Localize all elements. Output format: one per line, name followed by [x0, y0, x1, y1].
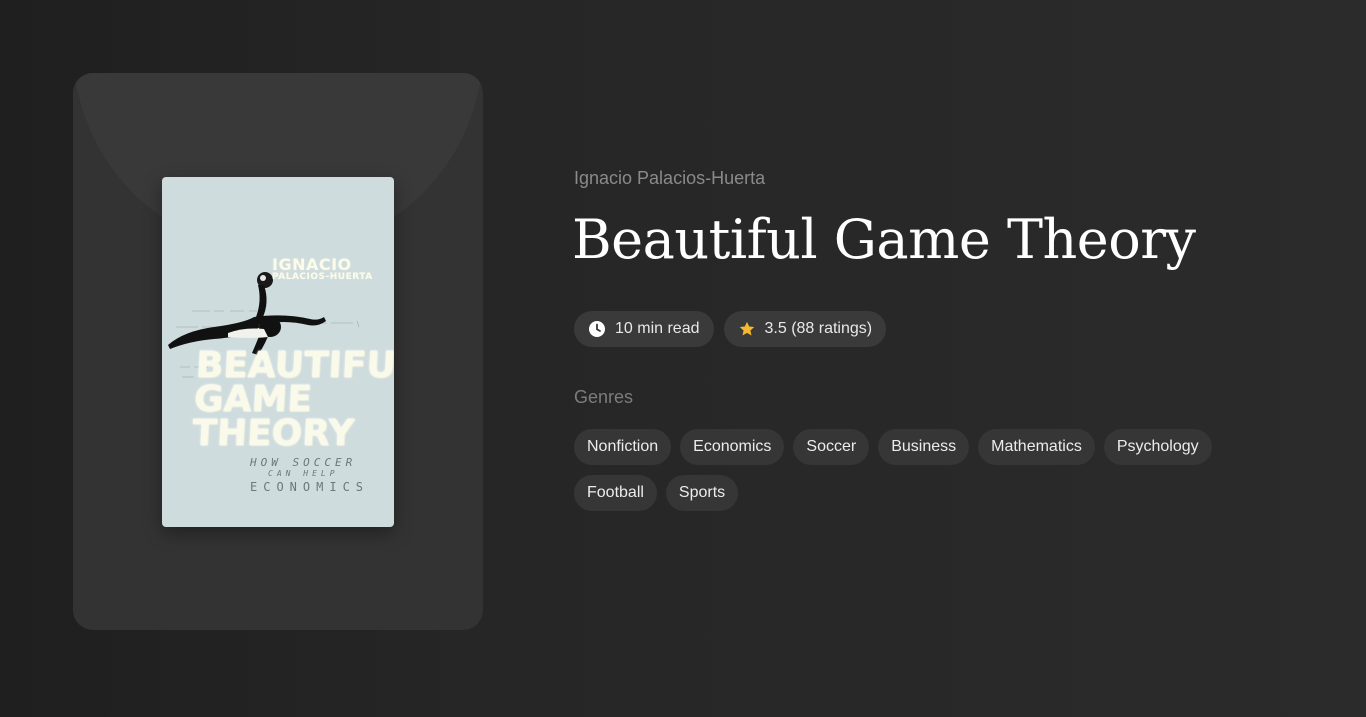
- cover-subtitle-line: HOW SOCCER: [250, 456, 357, 469]
- cover-title: BEAUTIFUL GAME THEORY: [191, 345, 394, 454]
- genres-heading: Genres: [574, 387, 634, 407]
- genre-tag[interactable]: Soccer: [793, 429, 870, 465]
- read-time-badge: 10 min read: [574, 311, 714, 347]
- genre-tag[interactable]: Business: [878, 429, 970, 465]
- genre-tag[interactable]: Football: [574, 475, 657, 511]
- book-meta: 10 min read 3.5 (88 ratings): [574, 311, 887, 347]
- read-time-label: 10 min read: [615, 320, 700, 337]
- book-author[interactable]: Ignacio Palacios-Huerta: [574, 168, 765, 189]
- cover-title-line: GAME: [192, 379, 313, 420]
- cover-subtitle-line: CAN HELP: [268, 469, 339, 478]
- book-cover-image: IGNACIO PALACIOS-HUERTA BEAUTIFUL GAME T…: [162, 177, 394, 527]
- rating-label: 3.5 (88 ratings): [764, 320, 873, 337]
- genre-tag[interactable]: Nonfiction: [574, 429, 672, 465]
- book-title: Beautiful Game Theory: [572, 208, 1196, 271]
- genre-tag[interactable]: Mathematics: [978, 429, 1095, 465]
- cover-author-last: PALACIOS-HUERTA: [272, 272, 373, 282]
- cover-subtitle: HOW SOCCER CAN HELP ECONOMICS: [250, 456, 390, 494]
- cover-author-first: IGNACIO: [272, 255, 352, 274]
- genre-tag[interactable]: Psychology: [1103, 429, 1212, 465]
- rating-badge: 3.5 (88 ratings): [723, 311, 887, 347]
- cover-title-line: THEORY: [191, 413, 356, 454]
- clock-icon: [588, 320, 606, 338]
- genre-tag[interactable]: Sports: [665, 475, 739, 511]
- genre-list: Nonfiction Economics Soccer Business Mat…: [574, 429, 1254, 511]
- cover-title-line: BEAUTIFUL: [194, 345, 394, 386]
- star-icon: [738, 320, 756, 338]
- cover-author: IGNACIO PALACIOS-HUERTA: [272, 255, 373, 283]
- genre-tag[interactable]: Economics: [680, 429, 785, 465]
- cover-panel: IGNACIO PALACIOS-HUERTA BEAUTIFUL GAME T…: [73, 73, 483, 630]
- cover-subtitle-line: ECONOMICS: [250, 480, 370, 494]
